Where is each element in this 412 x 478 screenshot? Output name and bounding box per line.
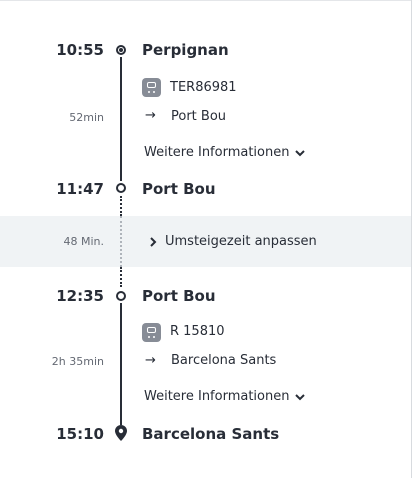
transfer-line	[120, 267, 122, 287]
transfer-line	[120, 196, 122, 216]
train-number: TER86981	[170, 80, 237, 95]
leg-line	[120, 57, 122, 181]
chevron-right-icon	[150, 236, 157, 247]
more-info-label: Weitere Informationen	[144, 389, 290, 404]
chevron-down-icon	[295, 149, 306, 156]
arrow-right-icon: →	[145, 353, 156, 368]
arrival-time: 15:10	[56, 425, 104, 443]
train-icon	[142, 78, 161, 97]
adjust-transfer-button[interactable]: Umsteigezeit anpassen	[149, 234, 317, 249]
arrival-station: Port Bou	[142, 180, 216, 198]
train-icon	[142, 323, 161, 342]
departure-station: Perpignan	[142, 41, 229, 59]
train-number: R 15810	[170, 324, 225, 339]
top-divider	[0, 0, 412, 1]
more-info-label: Weitere Informationen	[144, 145, 290, 160]
train-direction: Barcelona Sants	[171, 353, 277, 368]
train-direction: Port Bou	[171, 109, 227, 124]
arrow-right-icon: →	[145, 108, 156, 123]
leg-duration: 52min	[69, 111, 104, 124]
more-info-toggle[interactable]: Weitere Informationen	[144, 389, 306, 404]
stop-node-icon	[116, 291, 126, 301]
more-info-toggle[interactable]: Weitere Informationen	[144, 145, 306, 160]
transfer-line	[120, 216, 122, 267]
leg-duration: 2h 35min	[51, 355, 104, 368]
location-pin-icon	[115, 425, 127, 441]
adjust-transfer-label: Umsteigezeit anpassen	[165, 234, 317, 249]
stop-node-icon	[116, 183, 126, 193]
arrival-station: Barcelona Sants	[142, 425, 280, 443]
departure-time: 10:55	[56, 41, 104, 59]
departure-time: 12:35	[56, 287, 104, 305]
chevron-down-icon	[295, 393, 306, 400]
leg-line	[120, 303, 122, 425]
origin-node-icon	[116, 45, 126, 55]
arrival-time: 11:47	[56, 180, 104, 198]
transfer-duration: 48 Min.	[63, 235, 104, 248]
departure-station: Port Bou	[142, 287, 216, 305]
